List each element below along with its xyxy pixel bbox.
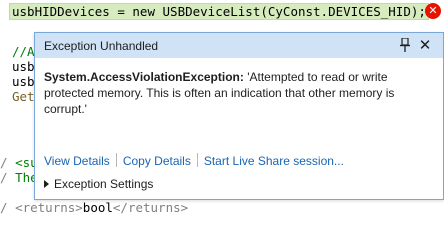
- triangle-right-icon: [44, 180, 49, 188]
- comment-prefix: /: [0, 170, 16, 185]
- exception-popup: Exception Unhandled ✕ System.AccessViola…: [34, 32, 444, 200]
- popup-header: Exception Unhandled ✕: [35, 33, 443, 58]
- code-line: Get: [12, 89, 35, 104]
- link-separator: [115, 153, 117, 167]
- popup-links: View Details Copy Details Start Live Share…: [44, 153, 344, 168]
- comment-prefix: /: [0, 200, 16, 215]
- doc-comment-line: / The: [0, 170, 38, 186]
- live-share-link[interactable]: Start Live Share session...: [204, 154, 344, 168]
- close-icon[interactable]: ✕: [417, 36, 433, 54]
- exception-settings-label: Exception Settings: [54, 177, 154, 191]
- exception-settings-expander[interactable]: Exception Settings: [44, 177, 153, 191]
- code-line: //A: [12, 44, 35, 59]
- copy-details-link[interactable]: Copy Details: [123, 154, 191, 168]
- code-line: usb: [12, 59, 35, 74]
- exception-message: System.AccessViolationException: 'Attemp…: [44, 69, 436, 117]
- comment-prefix: /: [0, 155, 16, 170]
- highlighted-statement: usbHIDDevices = new USBDeviceList(CyCons…: [9, 3, 429, 20]
- returns-close-tag: </returns>: [112, 200, 189, 215]
- pin-icon[interactable]: [399, 37, 411, 53]
- current-statement-line: usbHIDDevices = new USBDeviceList(CyCons…: [9, 3, 429, 20]
- view-details-link[interactable]: View Details: [44, 154, 110, 168]
- popup-title: Exception Unhandled: [44, 39, 159, 53]
- returns-open-tag: <returns>: [15, 200, 83, 215]
- error-circle-icon[interactable]: ✕: [425, 3, 441, 19]
- link-separator: [196, 153, 198, 167]
- exception-type: System.AccessViolationException:: [44, 70, 244, 84]
- code-line: usb: [12, 74, 35, 89]
- doc-comment-line: / <returns>bool</returns>: [0, 200, 188, 216]
- returns-value: bool: [82, 200, 113, 215]
- doc-comment-line: / <su: [0, 155, 38, 171]
